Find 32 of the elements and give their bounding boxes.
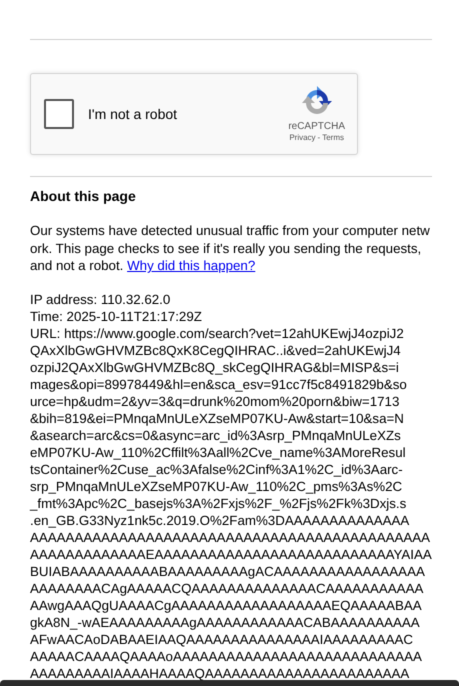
url-text-line: tsContainer%2Cuse_ac%3Afalse%2Cinf%3A1%2C_id%3Aarc- bbox=[30, 460, 403, 478]
description-paragraph: Our systems have detected unusual traffic from your computer network. This page checks to see if it's really you sending the requests, and not a robot. Why did this happen? bbox=[30, 222, 430, 274]
url-text-line: QAxXlbGwGHVMZBc8QxK8CegQIHRAC..i&ved=2ahUKEwjJ4 bbox=[30, 342, 401, 358]
url-text-line: &asearch=arc&cs=0&async=arc_id%3Asrp_PMnqaMnULeXZs bbox=[30, 426, 401, 444]
checkbox[interactable] bbox=[44, 99, 74, 129]
brand-label: reCAPTCHA bbox=[288, 121, 345, 133]
url-text-line: AAwgAAAQgUAAAACgAAAAAAAAAAAAAAAAAAEQAAAAABAA bbox=[30, 596, 422, 614]
terms-link[interactable]: Terms bbox=[322, 133, 344, 143]
ip-address-text: IP address: 110.32.62.0 bbox=[30, 290, 172, 308]
section-heading: About this page bbox=[30, 188, 137, 205]
url-text-line: gkA8N_-wAEAAAAAAAAAgAAAAAAAAAAAACABAAAAAAAAAA bbox=[30, 614, 420, 630]
url-text-line: AAAAAAAAAIAAAAHAAAAQAAAAAAAAAAAAAAAAAAAAAAA bbox=[30, 664, 410, 682]
url-text-line: AAAAACAAAAQAAAAoAAAAAAAAAAAAAAAAAAAAAAAAAAAA bbox=[30, 648, 422, 664]
privacy-link[interactable]: Privacy bbox=[289, 133, 316, 143]
timestamp-text: Time: 2025-10-11T21:17:29Z bbox=[30, 308, 203, 324]
checkbox-label: I'm not a robot bbox=[88, 104, 178, 124]
url-text-line: _fmt%3Apc%2C_basejs%3A%2Fxjs%2F_%2Fjs%2Fk%3Dxjs.s bbox=[30, 494, 406, 512]
url-text-line: AFwAACAoDABAAEIAAQAAAAAAAAAAAAAAAIAAAAAAAAAC bbox=[30, 630, 413, 648]
url-text-line: srp_PMnqaMnULeXZseMP07KU-Aw_110%2C_pms%3As%2C bbox=[30, 478, 402, 494]
url-text-line: .en_GB.G33Nyz1nk5c.2019.O%2Fam%3DAAAAAAAAAAAAAA bbox=[30, 512, 410, 528]
url-text-line: URL: https://www.google.com/search?vet=12ahUKEwjJ4ozpiJ2 bbox=[30, 324, 404, 342]
url-text-line: urce=hp&udm=2&yv=3&q=drunk%20mom%20porn&biw=1713 bbox=[30, 392, 400, 410]
url-text-line: AAAAAAAAAAAAAEAAAAAAAAAAAAAAAAAAAAAAAAAAAYAIAA bbox=[30, 546, 432, 562]
url-text-line: eMP07KU-Aw_110%2Cffilt%3Aall%2Cve_name%3AMoreResul bbox=[30, 444, 406, 460]
why-link[interactable]: Why did this happen? bbox=[127, 258, 256, 273]
url-text-line: &bih=819&ei=PMnqaMnULeXZseMP07KU-Aw&start=10&sa=N bbox=[30, 410, 404, 426]
url-text-line: AAAAAAAACAgAAAAACQAAAAAAAAAAAAAACAAAAAAAAAAA bbox=[30, 580, 424, 596]
url-text-line: mages&opi=89978449&hl=en&sca_esv=91cc7f5c8491829b&so bbox=[30, 376, 407, 392]
url-text-line: BUIABAAAAAAAAAABAAAAAAAAAgACAAAAAAAAAAAAAAAAA bbox=[30, 562, 425, 580]
url-text-line: AAAAAAAAAAAAAAAAAAAAAAAAAAAAAAAAAAAAAAAAAAAAA bbox=[30, 528, 430, 546]
url-text-line: ozpiJ2QAxXlbGwGHVMZBc8Q_skCegQIHRAG&bl=MISP&s=i bbox=[30, 358, 399, 376]
separator: - bbox=[318, 133, 320, 143]
